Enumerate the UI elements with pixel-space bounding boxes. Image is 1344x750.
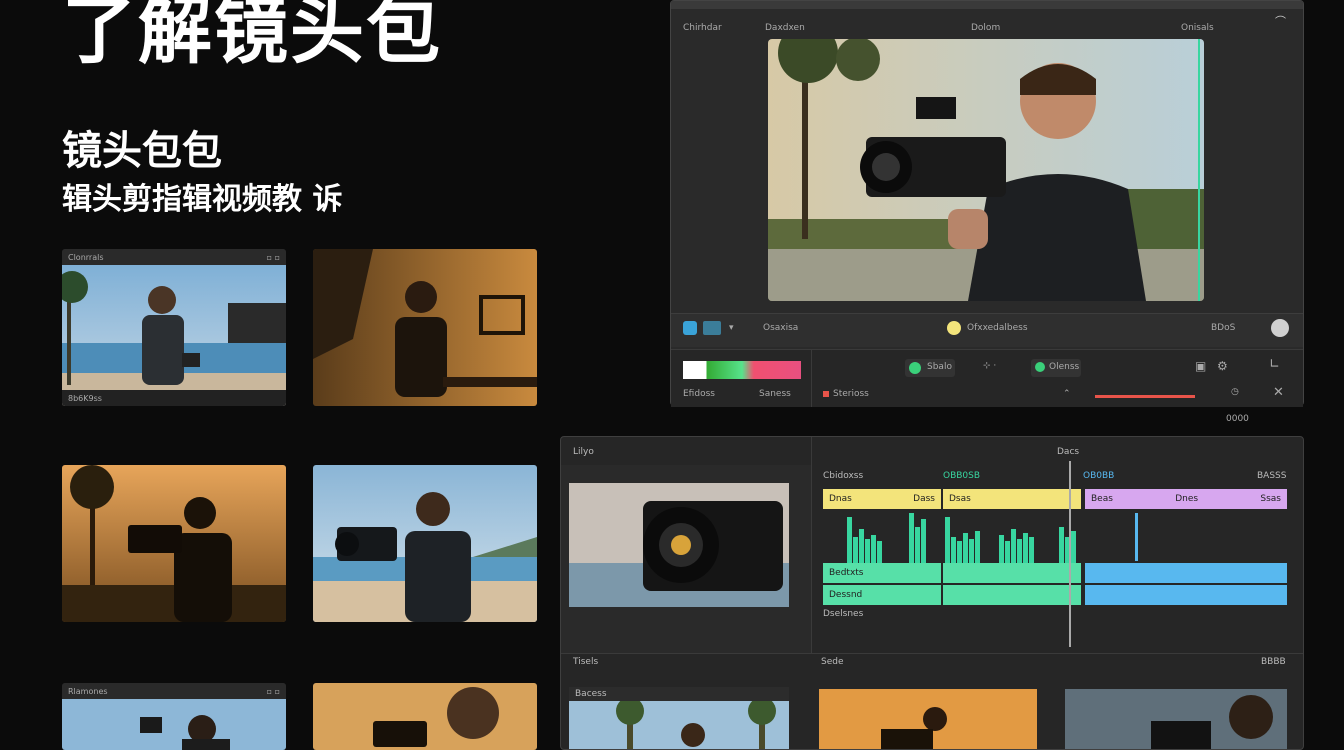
volume-slider[interactable] <box>1095 395 1195 398</box>
corner-icon[interactable]: ∟ <box>1269 357 1280 372</box>
bottom-center-label: Sterioss <box>833 389 869 399</box>
page-title: 了解镜头包 <box>62 0 442 74</box>
gallery-image <box>819 689 1037 749</box>
menu-icon[interactable]: ▫ ▫ <box>267 687 280 696</box>
thumbnail-card[interactable]: Clonrrals ▫ ▫ 8b6K9ss <box>62 249 286 406</box>
bottom-right-label: BBBB <box>1261 657 1286 667</box>
loop-label: Olenss <box>1049 362 1080 372</box>
page-subtitle: 镜头包包 <box>62 128 222 174</box>
thumbnail-footer-label: 8b6K9ss <box>68 394 102 403</box>
adjust-icon[interactable]: ⚙ <box>1217 359 1228 373</box>
clip-preview[interactable] <box>569 483 789 607</box>
menu-item[interactable]: Daxdxen <box>765 15 805 34</box>
thumbnail-card[interactable] <box>313 465 537 622</box>
audio-clip[interactable] <box>1085 563 1287 583</box>
minimize-icon[interactable]: ⌒ <box>1275 13 1286 29</box>
history-icon[interactable]: ◷ <box>1231 387 1239 397</box>
video-preview[interactable] <box>768 39 1204 301</box>
audio-clip[interactable]: Dessnd <box>823 585 941 605</box>
divider <box>811 349 812 407</box>
thumbnail-image <box>62 699 286 750</box>
loop-icon <box>1035 362 1045 372</box>
track-label: Cbidoxss <box>823 471 864 481</box>
video-clip[interactable]: Dsas <box>943 489 1081 509</box>
timeline-window: Lilyo Dacs Cbidoxss OBB0SB OB0BB BASSS D… <box>560 436 1304 750</box>
bottom-left-label: Tisels <box>573 657 599 667</box>
thumbnail-card[interactable] <box>313 683 537 750</box>
menu-item[interactable]: Dolom <box>971 15 1000 34</box>
window-top-strip <box>671 1 1303 9</box>
thumbnail-card[interactable] <box>313 249 537 406</box>
close-icon[interactable]: ✕ <box>1273 385 1284 400</box>
thumbnail-label: Rlamones <box>68 686 108 696</box>
thumbnail-image: 8b6K9ss <box>62 265 286 406</box>
audio-clip[interactable] <box>943 585 1081 605</box>
editor-window: Chirhdar Daxdxen Dolom Onisals ⌒ ▾ Osaxi… <box>670 0 1304 407</box>
play-icon <box>909 362 921 374</box>
gallery-label: Bacess <box>575 689 607 699</box>
gallery-card[interactable]: Bacess <box>569 687 789 749</box>
track-label: Dselsnes <box>823 609 864 619</box>
thumbnail-image <box>313 249 537 406</box>
control-center-label: Ofxxedalbess <box>967 323 1028 333</box>
menu-item[interactable]: Onisals <box>1181 15 1214 34</box>
green-timecode: OBB0SB <box>943 471 981 481</box>
trim-handle[interactable] <box>1198 39 1200 301</box>
page-description: 辑头剪指辑视频教 诉 <box>62 182 343 217</box>
playhead[interactable] <box>1069 461 1071 647</box>
menu-icon[interactable]: ▫ ▫ <box>267 253 280 262</box>
bottom-center-label: Sede <box>821 657 844 667</box>
video-clip[interactable]: Dnas Dass <box>823 489 941 509</box>
record-icon[interactable] <box>947 321 961 335</box>
gallery-image <box>1065 689 1287 749</box>
bottom-left2-label: Saness <box>759 389 791 399</box>
video-clip[interactable]: Beas Dnes Ssas <box>1085 489 1287 509</box>
menu-item[interactable]: Chirhdar <box>683 15 722 34</box>
thumbnail-header: Rlamones ▫ ▫ <box>62 683 286 699</box>
audio-clip[interactable]: Bedtxts <box>823 563 941 583</box>
thumbnail-image <box>313 683 537 750</box>
thumbnail-image <box>62 465 286 622</box>
chevron-down-icon[interactable]: ▾ <box>729 323 734 333</box>
control-left-label: Osaxisa <box>763 323 799 333</box>
control-right-label: BDoS <box>1211 323 1236 333</box>
status-text: 0000 <box>1226 414 1249 424</box>
gallery-card[interactable] <box>1065 689 1287 749</box>
divider <box>561 653 1303 654</box>
play-label: Sbalo <box>927 362 952 372</box>
thumbnail-card[interactable] <box>62 465 286 622</box>
pane-title: Lilyo <box>573 447 594 457</box>
screen-icon[interactable] <box>703 321 721 335</box>
volume-icon[interactable] <box>1271 319 1289 337</box>
collapse-icon[interactable]: ⌃ <box>1063 389 1071 399</box>
split-icon[interactable]: ⊹ · <box>983 361 996 371</box>
gallery-image <box>569 697 789 749</box>
cloud-icon[interactable] <box>683 321 697 335</box>
divider <box>811 437 812 653</box>
gallery-card[interactable] <box>819 689 1037 749</box>
blue-timecode: OB0BB <box>1083 471 1115 481</box>
color-level-meter[interactable] <box>683 361 801 379</box>
audio-waveform <box>847 513 1138 563</box>
preview-image <box>768 39 1204 301</box>
timeline-header: Dacs <box>1057 447 1080 457</box>
crop-icon[interactable]: ▣ <box>1195 359 1206 373</box>
right-timecode: BASSS <box>1257 471 1287 481</box>
thumbnail-header: Clonrrals ▫ ▫ <box>62 249 286 265</box>
clip-preview-image <box>569 483 789 607</box>
audio-clip[interactable] <box>1085 585 1287 605</box>
bottom-left-label: Efidoss <box>683 389 715 399</box>
thumbnail-label: Clonrrals <box>68 252 104 262</box>
thumbnail-card[interactable]: Rlamones ▫ ▫ <box>62 683 286 750</box>
audio-clip[interactable] <box>943 563 1081 583</box>
thumbnail-image <box>313 465 537 622</box>
red-marker <box>823 391 829 397</box>
